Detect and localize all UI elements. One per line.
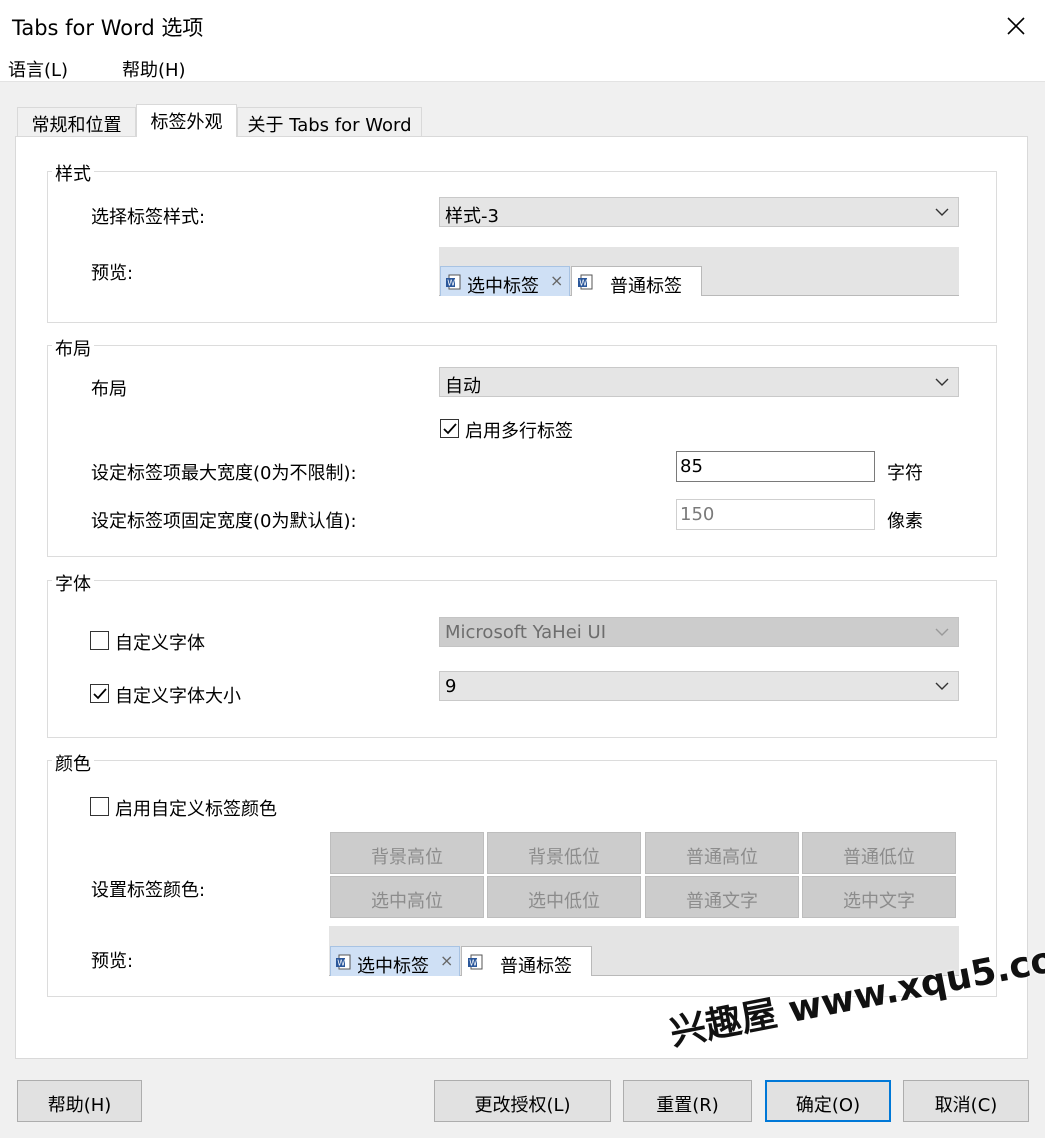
word-doc-icon: W bbox=[578, 274, 593, 290]
menu-help[interactable]: 帮助(H) bbox=[122, 56, 186, 82]
fixed-width-label: 设定标签项固定宽度(0为默认值): bbox=[91, 511, 357, 532]
font-size-select[interactable]: 9 bbox=[439, 671, 959, 701]
reset-button[interactable]: 重置(R) bbox=[623, 1080, 752, 1122]
layout-value: 自动 bbox=[445, 376, 481, 397]
custom-color-label: 启用自定义标签颜色 bbox=[115, 799, 277, 820]
chevron-down-icon bbox=[935, 208, 949, 216]
layout-group-title: 布局 bbox=[52, 335, 94, 361]
multiline-checkbox[interactable] bbox=[440, 419, 459, 438]
normal-low-color-button[interactable]: 普通低位 bbox=[802, 832, 956, 874]
font-size-value: 9 bbox=[445, 676, 457, 697]
tab-about[interactable]: 关于 Tabs for Word bbox=[237, 107, 422, 137]
svg-text:W: W bbox=[447, 279, 455, 288]
chevron-down-icon bbox=[935, 682, 949, 690]
color-preview-label: 预览: bbox=[91, 951, 134, 972]
max-width-label: 设定标签项最大宽度(0为不限制): bbox=[91, 463, 357, 484]
style-preview-label: 预览: bbox=[91, 263, 134, 284]
normal-high-color-button[interactable]: 普通高位 bbox=[645, 832, 799, 874]
custom-size-checkbox[interactable] bbox=[90, 684, 109, 703]
bg-low-color-button[interactable]: 背景低位 bbox=[487, 832, 641, 874]
tab-tab-appearance[interactable]: 标签外观 bbox=[136, 104, 237, 137]
fixed-width-input[interactable]: 150 bbox=[676, 499, 875, 530]
close-icon: × bbox=[440, 951, 454, 970]
menu-language[interactable]: 语言(L) bbox=[8, 56, 68, 82]
max-width-input[interactable]: 85 bbox=[676, 451, 875, 482]
tab-style-label: 选择标签样式: bbox=[91, 207, 206, 228]
font-value: Microsoft YaHei UI bbox=[445, 622, 606, 643]
color-preview-normal-tab: W 普通标签 bbox=[461, 946, 592, 977]
tab-general-position[interactable]: 常规和位置 bbox=[17, 107, 136, 137]
custom-color-checkbox[interactable] bbox=[90, 797, 109, 816]
style-group-title: 样式 bbox=[52, 160, 94, 186]
color-group-title: 颜色 bbox=[52, 750, 94, 776]
multiline-label: 启用多行标签 bbox=[465, 421, 573, 442]
custom-font-label: 自定义字体 bbox=[115, 633, 205, 654]
checkmark-icon bbox=[93, 688, 107, 700]
tab-style-select[interactable]: 样式-3 bbox=[439, 197, 959, 227]
ok-button[interactable]: 确定(O) bbox=[765, 1080, 891, 1122]
layout-select[interactable]: 自动 bbox=[439, 367, 959, 397]
svg-text:W: W bbox=[579, 279, 587, 288]
tab-style-value: 样式-3 bbox=[445, 206, 499, 227]
word-doc-icon: W bbox=[468, 954, 483, 970]
word-doc-icon: W bbox=[446, 274, 461, 290]
chevron-down-icon bbox=[935, 378, 949, 386]
close-icon: × bbox=[550, 271, 564, 290]
selected-high-color-button[interactable]: 选中高位 bbox=[330, 876, 484, 918]
svg-text:W: W bbox=[469, 959, 477, 968]
color-preview-selected-tab: W 选中标签 × bbox=[330, 946, 460, 977]
svg-text:W: W bbox=[337, 959, 345, 968]
bg-high-color-button[interactable]: 背景高位 bbox=[330, 832, 484, 874]
set-color-label: 设置标签颜色: bbox=[91, 880, 206, 901]
close-icon[interactable] bbox=[1000, 10, 1032, 42]
selected-low-color-button[interactable]: 选中低位 bbox=[487, 876, 641, 918]
style-preview-selected-tab: W 选中标签 × bbox=[440, 266, 570, 297]
word-doc-icon: W bbox=[336, 954, 351, 970]
normal-text-color-button[interactable]: 普通文字 bbox=[645, 876, 799, 918]
layout-label: 布局 bbox=[91, 379, 127, 400]
fixed-width-unit: 像素 bbox=[887, 511, 923, 532]
max-width-unit: 字符 bbox=[887, 463, 923, 484]
window-title: Tabs for Word 选项 bbox=[12, 16, 204, 40]
chevron-down-icon bbox=[935, 628, 949, 636]
selected-text-color-button[interactable]: 选中文字 bbox=[802, 876, 956, 918]
font-group bbox=[47, 580, 997, 738]
style-preview-normal-tab: W 普通标签 bbox=[571, 266, 702, 297]
change-license-button[interactable]: 更改授权(L) bbox=[434, 1080, 611, 1122]
custom-size-label: 自定义字体大小 bbox=[115, 686, 241, 707]
font-group-title: 字体 bbox=[52, 570, 94, 596]
help-button[interactable]: 帮助(H) bbox=[17, 1080, 142, 1122]
custom-font-checkbox[interactable] bbox=[90, 631, 109, 650]
checkmark-icon bbox=[443, 423, 457, 435]
cancel-button[interactable]: 取消(C) bbox=[903, 1080, 1029, 1122]
font-select[interactable]: Microsoft YaHei UI bbox=[439, 617, 959, 647]
